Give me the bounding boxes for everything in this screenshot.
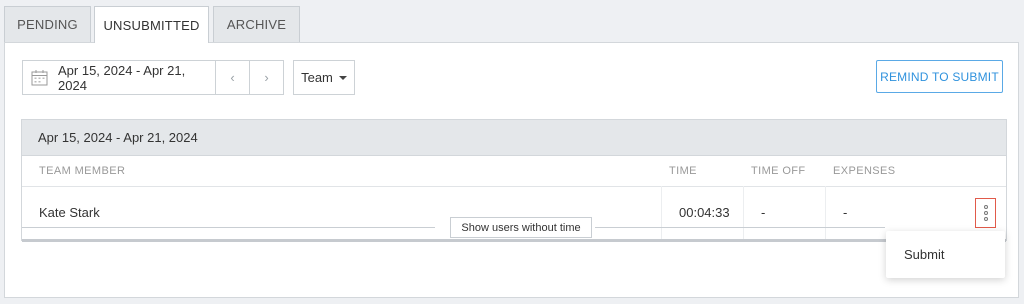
caret-down-icon xyxy=(338,75,347,80)
column-header-time: TIME xyxy=(669,165,697,177)
divider-right xyxy=(595,227,885,228)
column-headers: TEAM MEMBER TIME TIME OFF EXPENSES xyxy=(22,155,1006,187)
team-filter-dropdown[interactable]: Team xyxy=(293,60,355,95)
week-group-title: Apr 15, 2024 - Apr 21, 2024 xyxy=(38,130,198,145)
column-header-time-off: TIME OFF xyxy=(751,165,806,177)
chevron-left-icon: ‹ xyxy=(230,70,235,85)
chevron-right-icon: › xyxy=(264,70,269,85)
more-vertical-icon xyxy=(983,205,988,209)
divider-left xyxy=(22,227,435,228)
remind-to-submit-button[interactable]: REMIND TO SUBMIT xyxy=(876,60,1003,93)
time-value: 00:04:33 xyxy=(661,186,743,239)
row-actions-menu: Submit xyxy=(886,231,1005,278)
show-users-without-time-button[interactable]: Show users without time xyxy=(450,217,592,238)
tab-pending[interactable]: PENDING xyxy=(4,6,91,42)
previous-week-button[interactable]: ‹ xyxy=(215,60,250,95)
date-range-label: Apr 15, 2024 - Apr 21, 2024 xyxy=(58,62,186,93)
calendar-icon xyxy=(31,69,48,86)
column-header-expenses: EXPENSES xyxy=(833,165,896,177)
tab-unsubmitted[interactable]: UNSUBMITTED xyxy=(94,6,209,43)
date-range-picker[interactable]: Apr 15, 2024 - Apr 21, 2024 xyxy=(22,60,216,95)
week-group-header: Apr 15, 2024 - Apr 21, 2024 xyxy=(22,120,1006,156)
row-actions-button[interactable] xyxy=(975,198,996,228)
tab-archive[interactable]: ARCHIVE xyxy=(213,6,300,42)
member-name: Kate Stark xyxy=(39,205,100,220)
unsubmitted-panel: Apr 15, 2024 - Apr 21, 2024 ‹ › Team REM… xyxy=(4,42,1019,298)
column-header-team-member: TEAM MEMBER xyxy=(39,165,126,177)
team-filter-label: Team xyxy=(301,70,333,85)
time-off-value: - xyxy=(743,186,825,239)
menu-item-submit[interactable]: Submit xyxy=(904,247,944,262)
next-week-button[interactable]: › xyxy=(249,60,284,95)
